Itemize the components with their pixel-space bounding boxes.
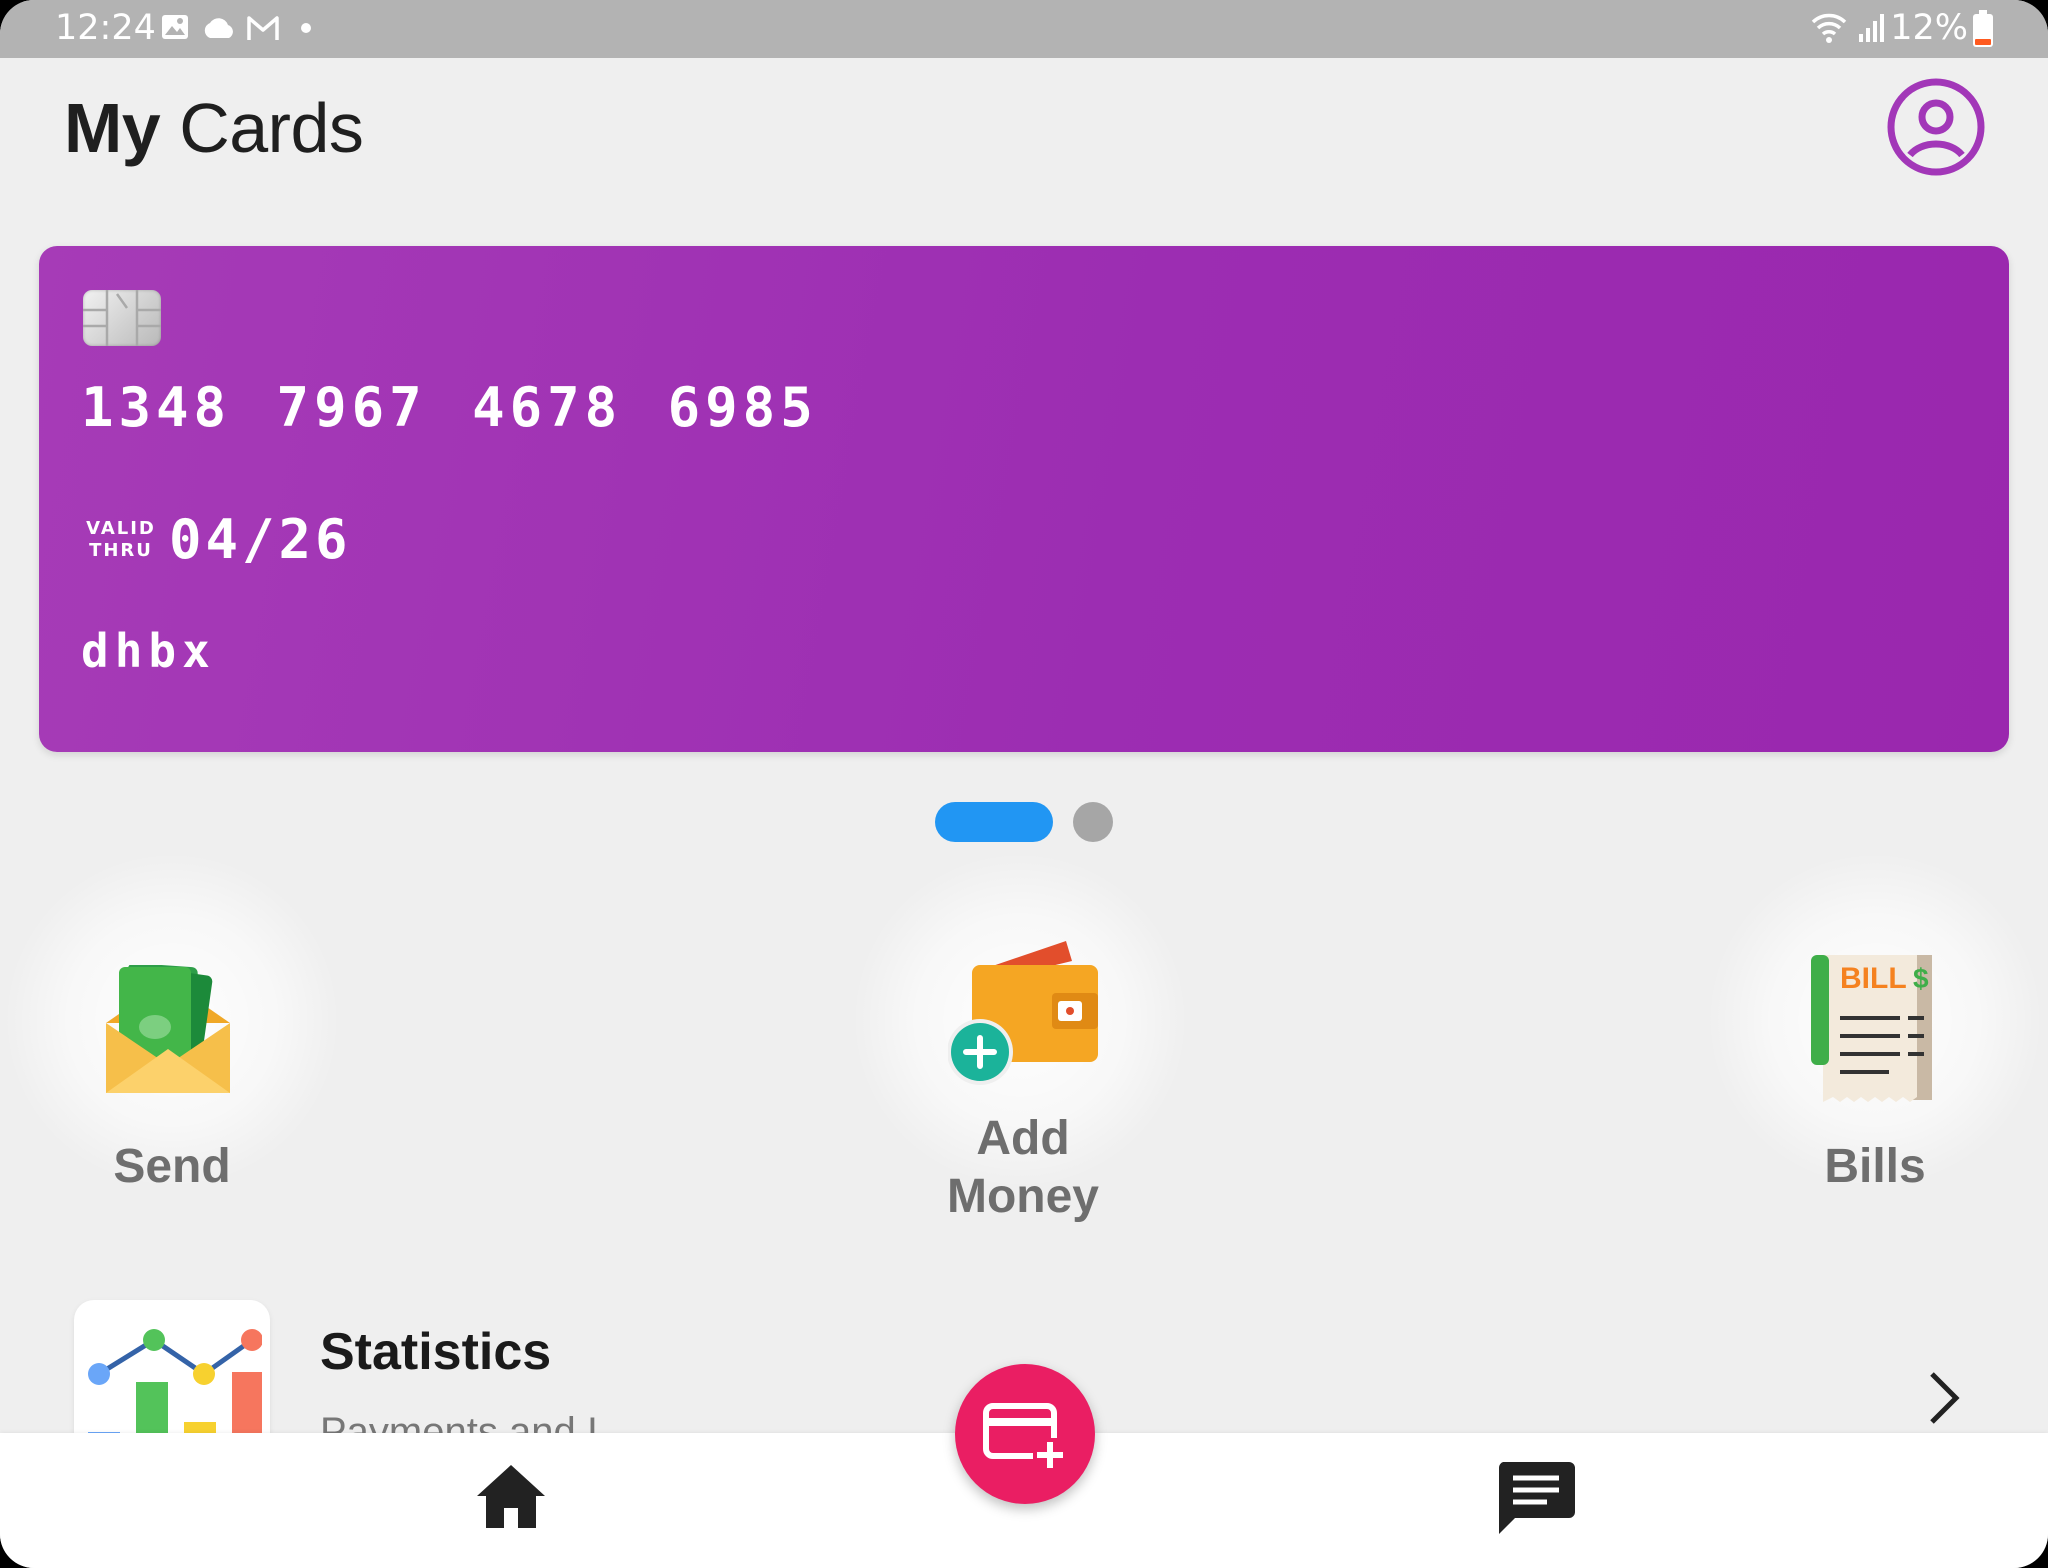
chat-icon[interactable] bbox=[1495, 1458, 1577, 1540]
add-money-label: Add Money bbox=[873, 1110, 1173, 1226]
notification-dot-icon bbox=[301, 23, 311, 33]
status-time: 12:24 bbox=[55, 8, 156, 48]
account-circle-icon[interactable] bbox=[1886, 77, 1986, 177]
add-money-label-line2: Money bbox=[946, 1170, 1099, 1223]
valid-label-line2: THRU bbox=[89, 540, 153, 561]
pager-dot-active[interactable] bbox=[935, 802, 1053, 842]
battery-percent: 12% bbox=[1890, 8, 1968, 48]
gallery-icon bbox=[162, 15, 188, 39]
credit-card[interactable]: 1348 7967 4678 6985 VALID THRU 04/26 dhb… bbox=[39, 246, 2009, 752]
status-bar: 12:24 12% bbox=[0, 0, 2048, 58]
wallet-add-icon bbox=[948, 941, 1098, 1085]
bill-icon-currency: $ bbox=[1913, 963, 1929, 994]
home-icon[interactable] bbox=[476, 1462, 546, 1532]
card-expiry: 04/26 bbox=[169, 508, 352, 571]
screen: 12:24 12% My Cards 1348 7967 4678 6985 V… bbox=[0, 0, 2048, 1568]
add-money-button[interactable]: Add Money bbox=[855, 855, 1185, 1223]
add-card-icon bbox=[983, 1403, 1067, 1472]
bill-receipt-icon: BILL $ bbox=[1811, 955, 1932, 1102]
add-card-button[interactable] bbox=[955, 1364, 1095, 1504]
card-number: 1348 7967 4678 6985 bbox=[81, 376, 818, 439]
statistics-title: Statistics bbox=[320, 1323, 552, 1381]
valid-thru-label: VALID THRU bbox=[81, 518, 161, 562]
bill-icon-text: BILL bbox=[1840, 962, 1907, 995]
send-money-icon bbox=[106, 965, 230, 1093]
send-label: Send bbox=[113, 1140, 231, 1193]
chip-lines-icon bbox=[83, 290, 161, 346]
send-button[interactable]: Send bbox=[7, 855, 337, 1193]
valid-label-line1: VALID bbox=[86, 518, 156, 539]
page-title-bold: My bbox=[64, 89, 161, 167]
add-money-label-line1: Add bbox=[976, 1112, 1070, 1165]
gmail-icon bbox=[247, 16, 279, 40]
page-title-rest: Cards bbox=[179, 89, 364, 167]
page-title: My Cards bbox=[64, 88, 364, 168]
battery-icon bbox=[1973, 10, 1993, 47]
card-holder-name: dhbx bbox=[81, 624, 216, 678]
cloud-icon bbox=[204, 18, 233, 38]
pager-dot-inactive[interactable] bbox=[1073, 802, 1113, 842]
bills-label: Bills bbox=[1824, 1140, 1926, 1193]
chevron-right-icon[interactable] bbox=[1920, 1368, 1970, 1428]
signal-icon bbox=[1859, 14, 1884, 42]
bills-button[interactable]: BILL $ Bills bbox=[1710, 855, 2040, 1193]
card-chip-icon bbox=[83, 290, 161, 346]
wifi-icon bbox=[1811, 13, 1847, 43]
